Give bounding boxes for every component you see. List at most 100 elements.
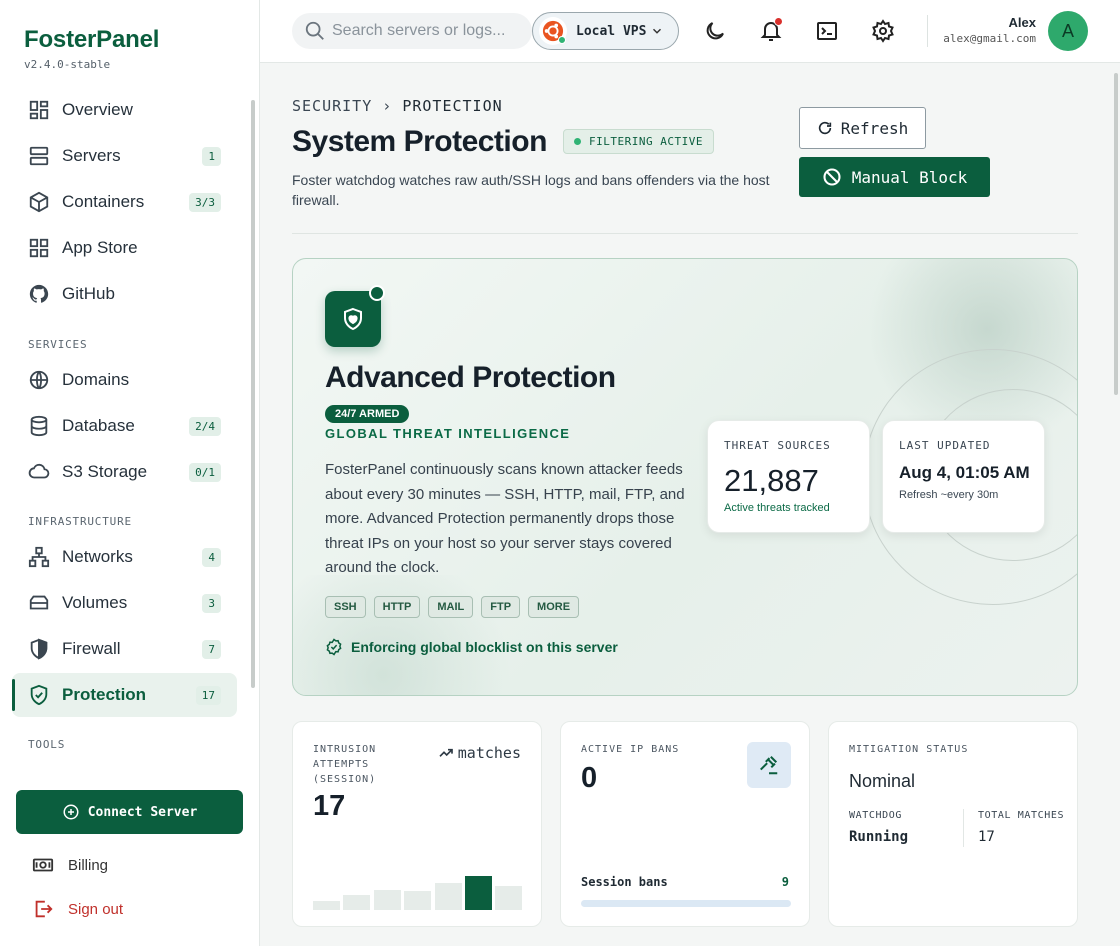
tag-ssh: SSH bbox=[325, 596, 366, 618]
sidebar-item-label: Protection bbox=[62, 685, 147, 704]
threat-sources-value: 21,887 bbox=[724, 463, 819, 498]
sparkline-bar bbox=[343, 895, 371, 910]
sidebar-item-networks[interactable]: Networks 4 bbox=[12, 535, 237, 579]
ubuntu-icon bbox=[539, 17, 567, 45]
breadcrumb-separator: › bbox=[382, 97, 393, 115]
sidebar-item-label: Networks bbox=[62, 547, 133, 566]
breadcrumb-current: PROTECTION bbox=[402, 97, 503, 115]
advanced-protection-card: Advanced Protection 24/7 ARMED GLOBAL TH… bbox=[292, 258, 1078, 696]
search-icon bbox=[305, 21, 324, 40]
sidebar-item-label: Servers bbox=[62, 146, 121, 165]
bans-label: ACTIVE IP BANS bbox=[581, 744, 680, 755]
sidebar-item-servers[interactable]: Servers 1 bbox=[12, 134, 237, 178]
signout-label: Sign out bbox=[68, 900, 124, 918]
session-bans-progress bbox=[581, 900, 791, 907]
globe-icon bbox=[29, 370, 49, 390]
sidebar-item-label: Domains bbox=[62, 370, 130, 389]
sidebar-scrollbar[interactable] bbox=[251, 100, 255, 688]
gear-icon[interactable] bbox=[871, 19, 895, 43]
check-badge-icon bbox=[326, 638, 342, 656]
terminal-icon[interactable] bbox=[815, 19, 839, 43]
sidebar-item-protection[interactable]: Protection 17 bbox=[12, 673, 237, 717]
sidebar-item-label: GitHub bbox=[62, 284, 115, 303]
sidebar-item-s3-storage[interactable]: S3 Storage 0/1 bbox=[12, 450, 237, 494]
billing-label: Billing bbox=[68, 856, 109, 874]
page-description: Foster watchdog watches raw auth/SSH log… bbox=[292, 172, 770, 208]
sparkline-bar bbox=[373, 890, 401, 910]
section-label-services: SERVICES bbox=[28, 338, 88, 351]
avatar[interactable]: A bbox=[1048, 11, 1088, 51]
brand-version: v2.4.0-stable bbox=[24, 58, 111, 71]
sidebar-item-label: Firewall bbox=[62, 639, 121, 658]
breadcrumb: SECURITY › PROTECTION bbox=[292, 97, 503, 115]
status-dot bbox=[574, 138, 581, 145]
moon-icon[interactable] bbox=[703, 19, 727, 43]
sidebar-item-label: App Store bbox=[62, 238, 138, 257]
manual-block-button[interactable]: Manual Block bbox=[799, 157, 990, 197]
total-matches-label: TOTAL MATCHES bbox=[978, 810, 1065, 821]
user-name: Alex bbox=[1008, 15, 1036, 30]
signout-link[interactable]: Sign out bbox=[32, 898, 123, 920]
sidebar-item-label: Database bbox=[62, 416, 135, 435]
watchdog-value: Running bbox=[849, 829, 909, 845]
sidebar-item-label: Containers bbox=[62, 192, 145, 211]
section-label-infrastructure: INFRASTRUCTURE bbox=[28, 515, 132, 528]
sidebar-item-domains[interactable]: Domains bbox=[12, 358, 237, 402]
breadcrumb-parent[interactable]: SECURITY bbox=[292, 97, 372, 115]
cube-icon bbox=[29, 191, 49, 213]
gavel-icon bbox=[760, 756, 778, 775]
refresh-icon bbox=[818, 121, 831, 135]
stat-divider bbox=[963, 809, 964, 847]
main-scrollbar[interactable] bbox=[1114, 73, 1118, 395]
sidebar-nav: Overview Servers 1 Containers 3/3 App St… bbox=[12, 88, 248, 770]
mitigation-status-card: MITIGATION STATUS Nominal WATCHDOG Runni… bbox=[828, 721, 1078, 927]
intrusion-attempts-card: INTRUSION ATTEMPTS (SESSION) matches 17 bbox=[292, 721, 542, 927]
connect-server-label: Connect Server bbox=[87, 804, 198, 820]
armed-badge: 24/7 ARMED bbox=[325, 405, 410, 423]
sidebar-item-volumes[interactable]: Volumes 3 bbox=[12, 581, 237, 625]
total-matches-value: 17 bbox=[978, 829, 995, 845]
tag-more: MORE bbox=[528, 596, 580, 618]
sidebar-item-firewall[interactable]: Firewall 7 bbox=[12, 627, 237, 671]
connect-server-button[interactable]: Connect Server bbox=[16, 790, 243, 834]
server-selector[interactable]: Local VPS bbox=[532, 12, 679, 50]
ban-action-button[interactable] bbox=[747, 742, 791, 788]
database-icon bbox=[30, 415, 48, 437]
header-divider bbox=[292, 233, 1078, 234]
search-input[interactable] bbox=[332, 22, 512, 40]
network-icon bbox=[28, 546, 50, 568]
bans-value: 0 bbox=[581, 762, 598, 794]
sparkline-bar bbox=[465, 876, 492, 910]
sidebar-item-database[interactable]: Database 2/4 bbox=[12, 404, 237, 448]
intrusion-value: 17 bbox=[313, 790, 346, 822]
page-title: System Protection bbox=[292, 125, 547, 158]
sidebar-item-github[interactable]: GitHub bbox=[12, 272, 237, 316]
search-bar[interactable] bbox=[292, 13, 532, 49]
logout-icon bbox=[35, 900, 53, 918]
sidebar-item-app-store[interactable]: App Store bbox=[12, 226, 237, 270]
billing-link[interactable]: Billing bbox=[32, 854, 108, 876]
brand[interactable]: FosterPanel v2.4.0-stable bbox=[24, 26, 159, 71]
notification-dot bbox=[774, 17, 783, 26]
enforce-status: Enforcing global blocklist on this serve… bbox=[325, 638, 618, 656]
sidebar-item-containers[interactable]: Containers 3/3 bbox=[12, 180, 237, 224]
manual-block-label: Manual Block bbox=[851, 167, 968, 187]
money-icon bbox=[32, 858, 54, 872]
cloud-icon bbox=[28, 463, 50, 479]
last-updated-value: Aug 4, 01:05 AM bbox=[899, 463, 1030, 482]
mitigation-value: Nominal bbox=[849, 771, 916, 791]
tag-ftp: FTP bbox=[481, 596, 521, 618]
sidebar-item-overview[interactable]: Overview bbox=[12, 88, 237, 132]
intrusion-label: INTRUSION ATTEMPTS (SESSION) bbox=[313, 742, 376, 787]
user-email: alex@gmail.com bbox=[943, 32, 1036, 45]
status-badge: FILTERING ACTIVE bbox=[563, 129, 714, 154]
topbar-divider bbox=[927, 15, 928, 47]
refresh-button[interactable]: Refresh bbox=[799, 107, 926, 149]
server-icon bbox=[29, 146, 49, 166]
protocol-tags: SSH HTTP MAIL FTP MORE bbox=[325, 596, 587, 618]
threat-sources-label: THREAT SOURCES bbox=[724, 439, 831, 452]
chevron-down-icon bbox=[652, 28, 662, 34]
session-bans-label: Session bans bbox=[581, 875, 668, 889]
brand-name: FosterPanel bbox=[24, 26, 160, 53]
threat-sources-card: THREAT SOURCES 21,887 Active threats tra… bbox=[707, 420, 870, 533]
